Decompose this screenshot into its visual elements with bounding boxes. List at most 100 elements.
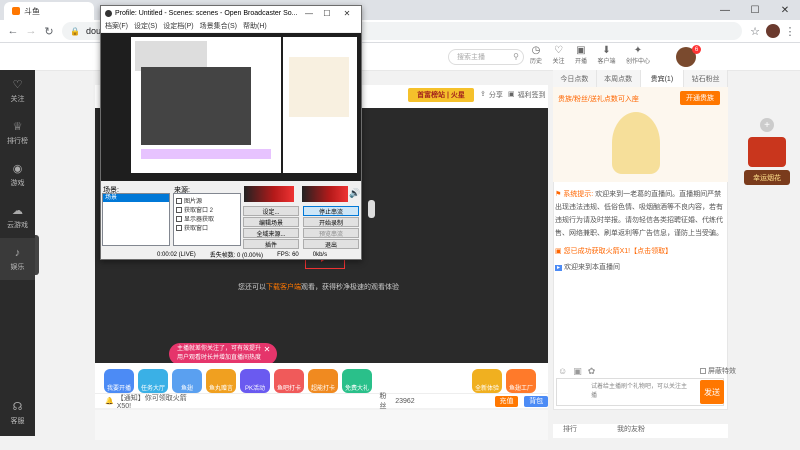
- rank-tip: 贵族/粉丝/送礼点数可入座: [558, 96, 639, 103]
- shield-effects-toggle[interactable]: 屏蔽特效: [700, 366, 736, 376]
- obs-menu-profile[interactable]: 设定档(P): [163, 21, 193, 31]
- browser-menu-icon[interactable]: ⋮: [784, 24, 796, 38]
- window-controls: — ☐ ✕: [710, 0, 800, 20]
- recharge-button[interactable]: 充值: [494, 395, 519, 407]
- gift-start-live[interactable]: 我要开播: [104, 369, 134, 393]
- source-item[interactable]: 获取窗口: [176, 223, 238, 232]
- sidebar-item-follow[interactable]: ♡ 关注: [0, 70, 35, 112]
- close-window-button[interactable]: ✕: [770, 0, 800, 20]
- obs-close-button[interactable]: ✕: [340, 7, 354, 19]
- sources-list[interactable]: 图片源 获取窗口 2 显示器获取 获取窗口: [173, 193, 241, 246]
- plugins-button[interactable]: 插件: [243, 239, 299, 249]
- emoji-icon[interactable]: ☺: [558, 366, 567, 377]
- gift-icon: ▣: [508, 91, 515, 98]
- speaker-icon[interactable]: 🔊: [349, 186, 361, 200]
- follow-alert[interactable]: 主播就差你关注了，可有效提升用户观看时长并增加直播间热度: [169, 343, 277, 365]
- avatar-badge: 6: [692, 45, 701, 54]
- sidebar-item-rank[interactable]: ♕ 排行榜: [0, 112, 35, 154]
- event-logo[interactable]: [748, 137, 786, 167]
- obs-menu-file[interactable]: 档案(F): [105, 21, 128, 31]
- gift-box-icon[interactable]: ▣: [573, 366, 582, 377]
- chat-gain-message[interactable]: ▣ 您已成功获取火箭X1!【点击领取】: [555, 245, 725, 258]
- checkbox-icon[interactable]: [176, 206, 182, 213]
- send-button[interactable]: 发送: [700, 380, 724, 404]
- tab-my-fans[interactable]: 我的友粉: [617, 424, 645, 438]
- mic-volume-meter: [244, 186, 294, 202]
- obs-menu-scenes[interactable]: 场景集合(S): [200, 21, 237, 31]
- source-item[interactable]: 图片源: [176, 196, 238, 205]
- gift-yuwan[interactable]: 鱼丸赠言: [206, 369, 236, 393]
- preview-stream-button[interactable]: 预览串流: [303, 228, 359, 238]
- browser-tab[interactable]: 斗鱼: [4, 2, 94, 20]
- search-icon[interactable]: ⚲: [511, 51, 521, 61]
- sidebar-item-games[interactable]: ◉ 游戏: [0, 154, 35, 196]
- gift-pk[interactable]: PK活动: [240, 369, 270, 393]
- bell-icon: 🔔: [105, 398, 114, 405]
- profile-avatar[interactable]: [766, 24, 780, 38]
- lucky-fireworks-button[interactable]: 幸运烟花: [744, 170, 790, 185]
- gift-super[interactable]: 超能打卡: [308, 369, 338, 393]
- notice-text[interactable]: 【通知】你可领取火箭X50!: [117, 393, 194, 410]
- sidebar-item-service[interactable]: ☊ 客服: [0, 392, 35, 434]
- gift-yuba[interactable]: 鱼吧打卡: [274, 369, 304, 393]
- exit-button[interactable]: 退出: [303, 239, 359, 249]
- camera-icon: ▣: [576, 45, 586, 56]
- download-client-link[interactable]: 下载客户端: [266, 284, 301, 291]
- obs-menu-help[interactable]: 帮助(H): [243, 21, 267, 31]
- stop-stream-button[interactable]: 停止串流: [303, 206, 359, 216]
- rank-banner[interactable]: 首富榜站 | 火星: [408, 88, 474, 102]
- nav-client[interactable]: ⬇ 客户端: [597, 45, 615, 69]
- obs-menu-settings[interactable]: 设定(S): [134, 21, 157, 31]
- volume-handle[interactable]: [368, 200, 375, 218]
- tab-today[interactable]: 今日点数: [553, 70, 597, 87]
- desktop-volume-meter: [302, 186, 348, 202]
- source-item[interactable]: 显示器获取: [176, 214, 238, 223]
- start-record-button[interactable]: 开始录制: [303, 217, 359, 227]
- obs-dropped-frames: 丢失帧数: 0 (0.00%): [209, 253, 264, 259]
- checkbox-icon[interactable]: [176, 224, 182, 231]
- clock-icon: ◷: [531, 45, 541, 56]
- share-link[interactable]: ⇪ 分享: [480, 90, 503, 100]
- chat-input[interactable]: 试着给主播刷个礼物吧，可以关注主播: [556, 378, 724, 406]
- star-icon[interactable]: ☆: [748, 24, 762, 38]
- add-icon[interactable]: +: [760, 118, 774, 132]
- tab-rank[interactable]: 排行: [563, 424, 577, 438]
- fans-count: 23962: [395, 397, 415, 405]
- back-icon[interactable]: ←: [6, 24, 20, 38]
- fan-icon[interactable]: ✿: [588, 366, 596, 377]
- obs-minimize-button[interactable]: —: [302, 7, 316, 19]
- gift-new-experience[interactable]: 全新体验: [472, 369, 502, 393]
- sidebar-item-entertainment[interactable]: ♪ 娱乐: [0, 238, 35, 280]
- tab-vip[interactable]: 贵宾(1): [640, 70, 685, 87]
- welfare-link[interactable]: ▣ 福利签到: [508, 90, 546, 100]
- checkbox-icon[interactable]: [176, 197, 182, 204]
- backpack-button[interactable]: 背包: [524, 395, 549, 407]
- gift-free[interactable]: 免费大礼: [342, 369, 372, 393]
- global-sources-button[interactable]: 全域来源...: [243, 228, 299, 238]
- nav-broadcast[interactable]: ▣ 开播: [575, 45, 587, 69]
- sidebar-item-cloudgame[interactable]: ☁ 云游戏: [0, 196, 35, 238]
- close-icon[interactable]: ✕: [263, 345, 271, 354]
- settings-button[interactable]: 设定...: [243, 206, 299, 216]
- obs-maximize-button[interactable]: ☐: [320, 7, 334, 19]
- reload-icon[interactable]: ↻: [42, 24, 56, 38]
- nav-history[interactable]: ◷ 历史: [530, 45, 542, 69]
- obs-preview-chat: [283, 37, 357, 173]
- open-noble-button[interactable]: 开通贵族: [680, 91, 720, 105]
- forward-icon[interactable]: →: [24, 24, 38, 38]
- checkbox-icon[interactable]: [176, 215, 182, 222]
- source-item[interactable]: 获取窗口 2: [176, 205, 238, 214]
- nav-creator[interactable]: ✦ 创作中心: [626, 45, 650, 69]
- tab-week[interactable]: 本周点数: [597, 70, 641, 87]
- sidebar-collapse-handle[interactable]: [35, 235, 39, 275]
- scenes-list[interactable]: 场景: [102, 193, 170, 246]
- nav-follow[interactable]: ♡ 关注: [552, 45, 564, 69]
- gift-task-hall[interactable]: 任务大厅: [138, 369, 168, 393]
- gift-factory[interactable]: 鱼翅工厂: [506, 369, 536, 393]
- gift-yuchi[interactable]: 鱼翅: [172, 369, 202, 393]
- minimize-button[interactable]: —: [710, 0, 740, 20]
- tab-diamond[interactable]: 钻石粉丝: [684, 70, 728, 87]
- maximize-button[interactable]: ☐: [740, 0, 770, 20]
- edit-scene-button[interactable]: 编辑场景: [243, 217, 299, 227]
- scene-item[interactable]: 场景: [103, 194, 169, 202]
